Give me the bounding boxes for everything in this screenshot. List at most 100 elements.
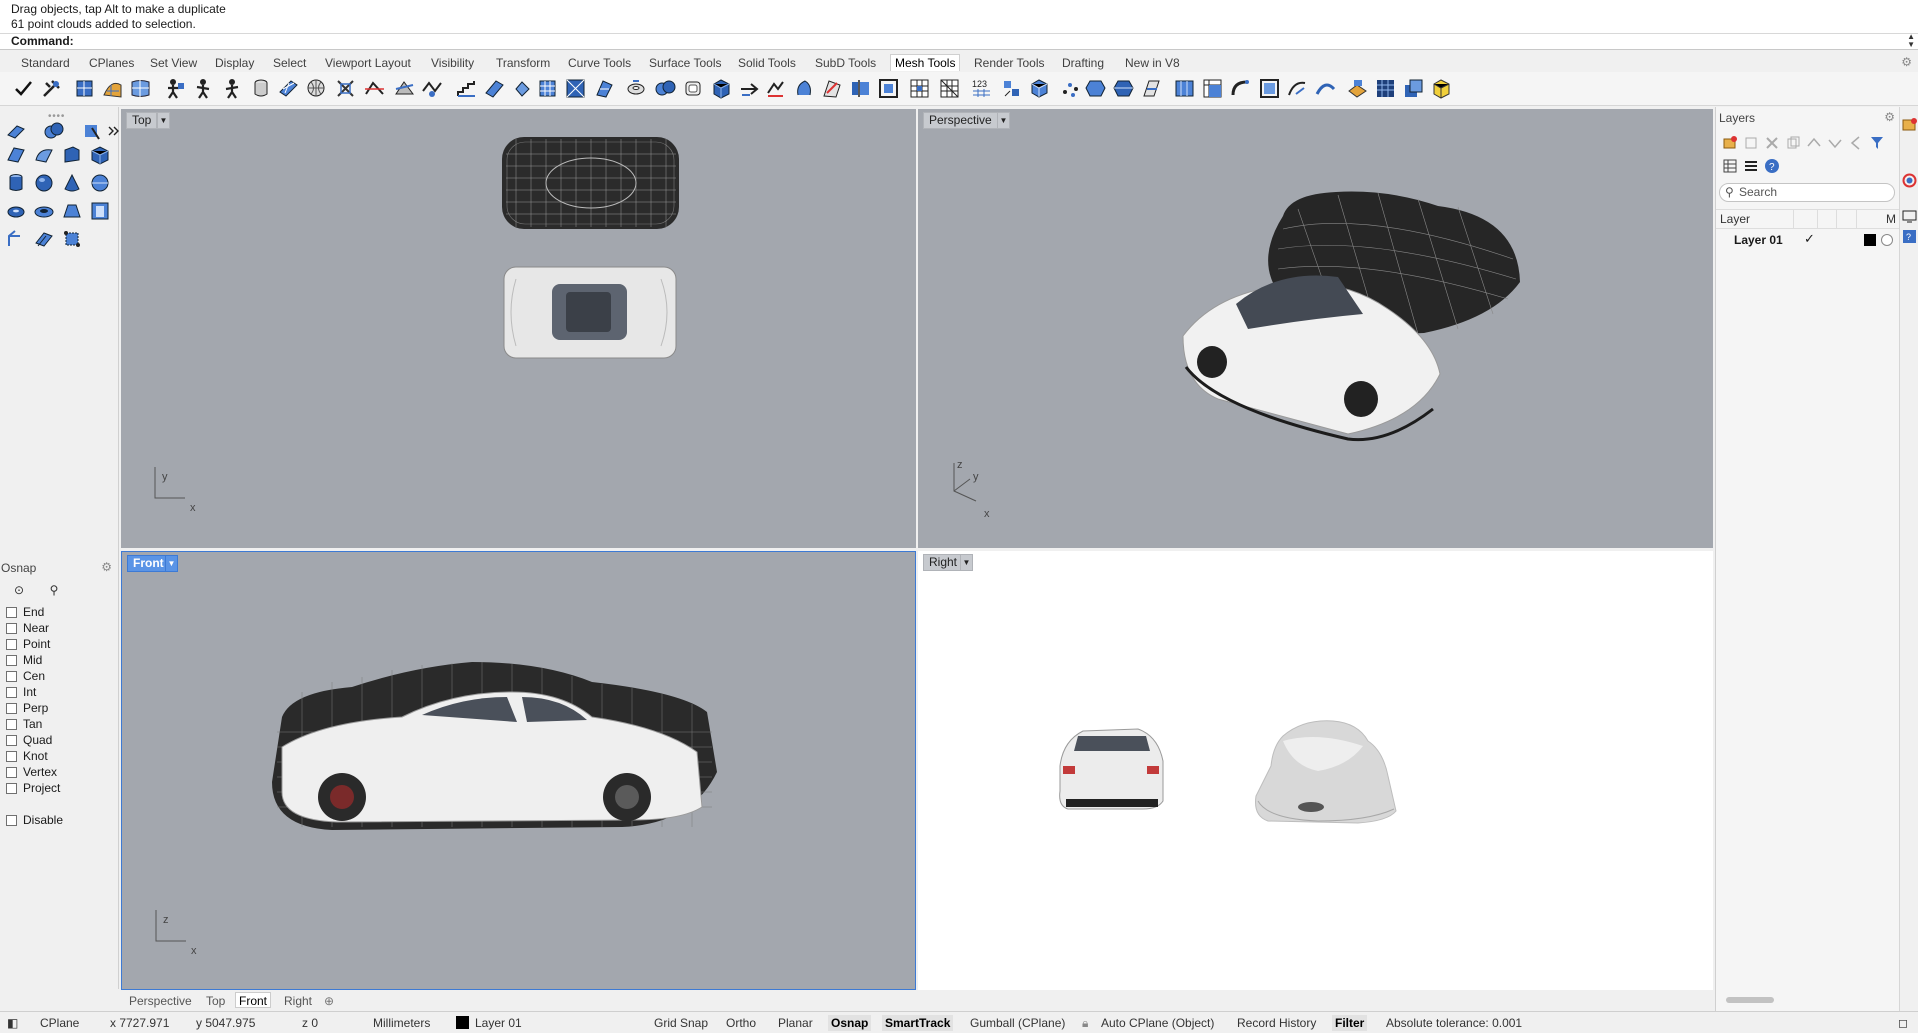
list-view-icon[interactable] [1743, 158, 1759, 174]
delete-layer-icon[interactable] [1764, 135, 1780, 151]
mesh-cube-icon[interactable] [1028, 77, 1051, 100]
osnap-near[interactable]: Near [6, 620, 49, 636]
checkbox[interactable] [6, 719, 17, 730]
mesh-trim-icon[interactable] [393, 77, 416, 100]
tab-cplanes[interactable]: CPlanes [89, 55, 134, 72]
tab-render-tools[interactable]: Render Tools [974, 55, 1045, 72]
mesh-explode-icon[interactable] [1000, 77, 1023, 100]
grid-snap-toggle[interactable]: Grid Snap [654, 1015, 708, 1031]
mesh-table-icon[interactable] [1201, 77, 1224, 100]
mesh-grid-icon[interactable] [536, 77, 559, 100]
tab-subd-tools[interactable]: SubD Tools [815, 55, 876, 72]
checkbox[interactable] [6, 735, 17, 746]
tab-curve-tools[interactable]: Curve Tools [568, 55, 631, 72]
mesh-bend-icon[interactable] [1229, 77, 1252, 100]
maximize-icon[interactable]: ◻ [1898, 1015, 1908, 1031]
command-scroll-arrows-icon[interactable]: ▲ ▼ [1907, 33, 1915, 49]
extrude-icon[interactable] [61, 144, 83, 166]
layers-gear-icon[interactable]: ⚙ [1884, 110, 1895, 124]
mesh-weld-icon[interactable] [564, 77, 587, 100]
mesh-reduce-icon[interactable] [334, 77, 357, 100]
color-wheel-icon[interactable] [1902, 173, 1917, 188]
cylinder-icon[interactable] [5, 172, 27, 194]
truncated-cone-icon[interactable] [61, 200, 83, 222]
checkbox[interactable] [6, 639, 17, 650]
current-layer-check-icon[interactable]: ✓ [1804, 231, 1815, 247]
mesh-sphere-icon[interactable] [305, 77, 328, 100]
osnap-int[interactable]: Int [6, 684, 36, 700]
mesh-union-icon[interactable] [654, 77, 677, 100]
viewport-perspective[interactable]: Perspective ▼ z y x [918, 109, 1713, 548]
split-icon[interactable] [5, 228, 27, 250]
checkbox[interactable] [6, 703, 17, 714]
filter-toggle[interactable]: Filter [1332, 1015, 1368, 1031]
osnap-perp[interactable]: Perp [6, 700, 48, 716]
layer-row[interactable]: Layer 01 ✓ [1716, 231, 1900, 249]
mesh-torus-icon[interactable] [625, 77, 648, 100]
layer-name[interactable]: Layer 01 [1734, 233, 1783, 247]
layers-tab-icon[interactable] [1902, 117, 1917, 132]
help-icon[interactable]: ? [1764, 158, 1780, 174]
add-viewport-icon[interactable]: ⊕ [324, 993, 334, 1009]
auto-cplane-toggle[interactable]: Auto CPlane (Object) [1101, 1015, 1214, 1031]
osnap-cen[interactable]: Cen [6, 668, 45, 684]
figure-icon[interactable] [192, 77, 215, 100]
move-up-icon[interactable] [1806, 135, 1822, 151]
offset-surface-icon[interactable] [33, 228, 55, 250]
osnap-toggle[interactable]: Osnap [828, 1015, 872, 1031]
mesh-stairs-icon[interactable] [455, 77, 478, 100]
mesh-slice-icon[interactable] [1140, 77, 1163, 100]
vptab-top[interactable]: Top [206, 993, 225, 1009]
vptab-perspective[interactable]: Perspective [129, 993, 192, 1009]
tab-visibility[interactable]: Visibility [431, 55, 474, 72]
gumball-toggle[interactable]: Gumball (CPlane) [970, 1015, 1065, 1031]
mesh-count-icon[interactable]: 123 [970, 77, 993, 100]
mesh-split-icon[interactable] [363, 77, 386, 100]
mesh-cylinder-icon[interactable] [250, 77, 273, 100]
mesh-shell-icon[interactable] [682, 77, 705, 100]
record-history-toggle[interactable]: Record History [1237, 1015, 1316, 1031]
planar-toggle[interactable]: Planar [778, 1015, 813, 1031]
layer-search-input[interactable]: ⚲ Search [1719, 183, 1895, 202]
box-icon[interactable] [89, 144, 111, 166]
checkbox[interactable] [6, 607, 17, 618]
mesh-flatten-icon[interactable] [1258, 77, 1281, 100]
layer-color-swatch[interactable] [1864, 234, 1876, 246]
mesh-unfold-icon[interactable] [1346, 77, 1369, 100]
checkbox[interactable] [6, 671, 17, 682]
cage-icon[interactable] [61, 228, 83, 250]
new-layer-icon[interactable] [1722, 135, 1738, 151]
figure-icon[interactable] [164, 77, 187, 100]
tabs-gear-icon[interactable]: ⚙ [1901, 55, 1912, 69]
viewport-front[interactable]: Front ▼ z x [121, 551, 916, 990]
command-line[interactable]: Command: ▲ ▼ [0, 33, 1918, 50]
mesh-layers-icon[interactable] [1402, 77, 1425, 100]
viewport-right[interactable]: Right ▼ [918, 551, 1713, 990]
plane-icon[interactable] [5, 120, 27, 142]
mesh-from-surface-icon[interactable] [101, 77, 124, 100]
mesh-frame-icon[interactable] [877, 77, 900, 100]
tab-display[interactable]: Display [215, 55, 254, 72]
vptab-right[interactable]: Right [284, 993, 312, 1009]
expand-palette-icon[interactable] [102, 120, 119, 142]
osnap-filter-icon[interactable]: ⚲ [45, 581, 63, 599]
mesh-tri-grid-icon[interactable] [938, 77, 961, 100]
osnap-tan[interactable]: Tan [6, 716, 42, 732]
osnap-project[interactable]: Project [6, 780, 60, 796]
mesh-hexagon-icon[interactable] [1084, 77, 1107, 100]
checkbox[interactable] [6, 767, 17, 778]
cone-icon[interactable] [61, 172, 83, 194]
mesh-pull-icon[interactable] [764, 77, 787, 100]
tab-new-in-v8[interactable]: New in V8 [1125, 55, 1180, 72]
filter-icon[interactable] [1869, 135, 1885, 151]
mesh-curve-icon[interactable] [1286, 77, 1309, 100]
cplane-label[interactable]: CPlane [40, 1015, 79, 1031]
copy-layer-icon[interactable] [1785, 135, 1801, 151]
mesh-plane-icon[interactable] [277, 77, 300, 100]
osnap-end[interactable]: End [6, 604, 44, 620]
surface-icon[interactable] [5, 144, 27, 166]
tab-standard[interactable]: Standard [21, 55, 70, 72]
osnap-vertex[interactable]: Vertex [6, 764, 57, 780]
tab-set-view[interactable]: Set View [150, 55, 197, 72]
move-down-icon[interactable] [1827, 135, 1843, 151]
